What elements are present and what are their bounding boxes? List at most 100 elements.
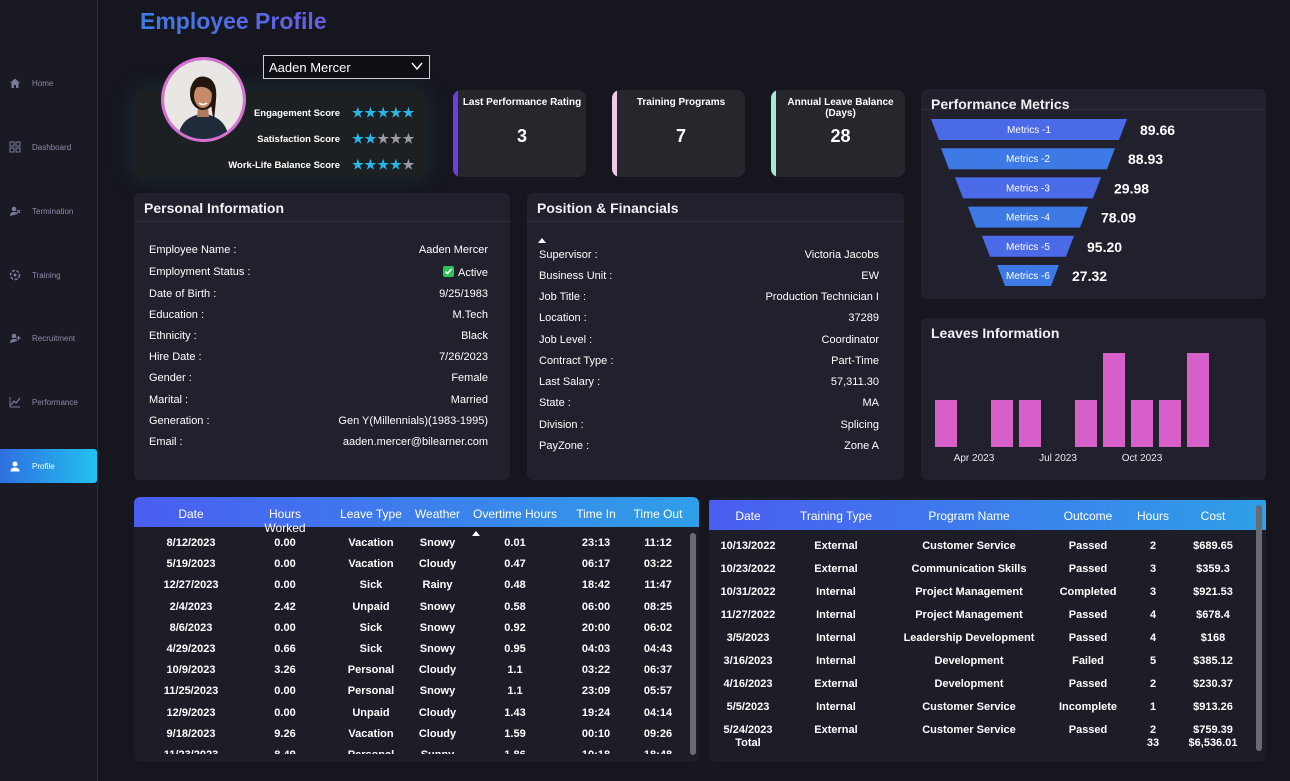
sort-caret-icon[interactable] [538, 230, 546, 248]
bar [1019, 400, 1041, 447]
funnel-value: 27.32 [1072, 268, 1107, 284]
kpi-card: Annual Leave Balance (Days) 28 [771, 90, 905, 177]
table-cell: Snowy [419, 685, 456, 698]
info-value-wrap: Black [461, 330, 488, 342]
sidebar-item-home[interactable]: Home [0, 66, 97, 100]
info-value-wrap: M.Tech [453, 309, 488, 321]
info-value-wrap: Production Technician I [765, 291, 879, 303]
performance-icon [9, 396, 21, 408]
info-row: Division : Splicing [539, 419, 879, 431]
star-icon: ★ [352, 131, 364, 146]
table-cell: 4/29/2023 [166, 643, 216, 655]
table-cell: 05:57 [643, 685, 673, 698]
table-row[interactable]: 4/16/2023 External Development Passed 2 $230.… [709, 678, 1254, 692]
star-icon: ★ [377, 157, 389, 172]
sidebar-item-performance[interactable]: Performance [0, 385, 97, 419]
column-header[interactable]: Leave Type [332, 507, 410, 521]
funnel-label: Metrics -4 [1006, 213, 1050, 224]
info-key: Date of Birth : [149, 288, 217, 300]
table-cell: 5/19/2023 [166, 558, 216, 571]
table-cell: 23:13 [581, 537, 611, 549]
table-cell: External [814, 724, 858, 733]
column-header[interactable]: Time In [565, 507, 627, 521]
table-cell: 3.26 [274, 664, 296, 677]
column-header[interactable]: Weather [410, 507, 465, 521]
table-cell: 4 [1149, 609, 1157, 621]
table-cell: 10/9/2023 [166, 664, 216, 677]
table-cell: Passed [1068, 609, 1108, 621]
info-key: Marital : [149, 394, 189, 406]
table-cell: Personal [347, 685, 395, 698]
table-row[interactable]: 12/27/2023 0.00 Sick Rainy 0.48 18:42 11:47 [134, 579, 689, 593]
funnel-value: 88.93 [1128, 151, 1163, 167]
table-row[interactable]: 5/24/2023 External Customer Service Passed 2… [709, 724, 1254, 733]
sidebar-item-recruitment[interactable]: Recruitment [0, 321, 97, 355]
training-table-body: 10/13/2022 External Customer Service Passed… [709, 497, 1254, 733]
table-cell: 0.00 [274, 558, 296, 571]
table-cell: 1.59 [504, 727, 526, 740]
info-key: Generation : [149, 415, 210, 427]
sidebar-item-training[interactable]: Training [0, 258, 97, 292]
table-row[interactable]: 8/6/2023 0.00 Sick Snowy 0.92 20:00 06:02 [134, 622, 689, 636]
funnel-value: 89.66 [1140, 122, 1175, 138]
employee-select[interactable]: Aaden Mercer [263, 55, 430, 79]
divider [527, 221, 904, 222]
table-cell: $359.3 [1196, 563, 1230, 575]
personal-info-card: Personal Information Employee Name : Aade… [134, 193, 510, 480]
sidebar-item-termination[interactable]: Termination [0, 194, 97, 228]
info-row: State : MA [539, 397, 879, 409]
scrollbar[interactable] [690, 533, 696, 755]
table-cell: Sick [359, 621, 383, 634]
column-header[interactable]: Hours Worked [248, 507, 322, 535]
table-row[interactable]: 10/31/2022 Internal Project Management Comp… [709, 586, 1254, 600]
bar [935, 400, 957, 447]
table-cell: Internal [816, 655, 856, 667]
scrollbar[interactable] [1256, 505, 1262, 751]
info-key: Ethnicity : [149, 330, 197, 342]
info-value: Gen Y(Millennials)(1983-1995) [338, 415, 488, 427]
info-value-wrap: Coordinator [822, 334, 879, 346]
info-row: Location : 37289 [539, 312, 879, 324]
info-value-wrap: Splicing [840, 419, 879, 431]
star-icon: ★ [377, 105, 389, 120]
funnel-value: 29.98 [1114, 180, 1149, 196]
info-value: 57,311.30 [830, 376, 879, 388]
sidebar-item-profile[interactable]: Profile [0, 449, 97, 483]
training-icon [9, 269, 21, 281]
sidebar-item-dashboard[interactable]: Dashboard [0, 130, 97, 164]
table-row[interactable]: 11/27/2022 Internal Project Management Pass… [709, 609, 1254, 623]
table-row[interactable]: 2/4/2023 2.42 Unpaid Snowy 0.58 06:00 08:25 [134, 601, 689, 615]
table-row[interactable]: 5/19/2023 0.00 Vacation Cloudy 0.47 06:17 03:2… [134, 558, 689, 572]
funnel-segment: Metrics -4 78.09 [968, 206, 1136, 228]
bar [1159, 400, 1181, 447]
table-cell: Personal [347, 664, 395, 677]
table-row[interactable]: 10/23/2022 External Communication Skills Pa… [709, 563, 1254, 577]
table-row[interactable]: 3/5/2023 Internal Leadership Development Pa… [709, 632, 1254, 646]
info-value-wrap: Gen Y(Millennials)(1983-1995) [338, 415, 488, 427]
table-row[interactable]: 3/16/2023 Internal Development Failed 5 $385.… [709, 655, 1254, 669]
table-row[interactable]: 4/29/2023 0.66 Sick Snowy 0.95 04:03 04:43 [134, 643, 689, 657]
table-row[interactable]: 11/25/2023 0.00 Personal Snowy 1.1 23:09 05:57 [134, 685, 689, 699]
table-row[interactable]: 10/13/2022 External Customer Service Passed… [709, 540, 1254, 554]
table-cell: 3 [1149, 563, 1157, 575]
sidebar-item-label: Profile [32, 461, 55, 471]
info-key: Location : [539, 312, 587, 324]
table-cell: 4/16/2023 [723, 678, 773, 690]
info-key: Contract Type : [539, 355, 614, 367]
table-cell: $230.37 [1193, 678, 1233, 690]
table-row[interactable]: 5/5/2023 Internal Customer Service Incomple… [709, 701, 1254, 715]
info-value-wrap: 57,311.30 [831, 376, 879, 388]
table-row[interactable]: 12/9/2023 0.00 Unpaid Cloudy 1.43 19:24 04:14 [134, 707, 689, 721]
info-key: Job Title : [539, 291, 587, 303]
table-cell: 0.00 [274, 579, 296, 592]
home-icon [9, 77, 21, 89]
table-row[interactable]: 8/12/2023 0.00 Vacation Snowy 0.01 23:13 11:12 [134, 537, 689, 551]
column-header[interactable]: Time Out [627, 507, 689, 521]
table-cell: Rainy [422, 579, 453, 592]
table-row[interactable]: 10/9/2023 3.26 Personal Cloudy 1.1 03:22 06:37 [134, 664, 689, 678]
table-row[interactable]: 9/18/2023 9.26 Vacation Cloudy 1.59 00:10 09:2… [134, 728, 689, 742]
info-value: Married [450, 394, 488, 406]
column-header[interactable]: Overtime Hours [465, 507, 565, 521]
table-cell: Development [934, 678, 1004, 690]
column-header[interactable]: Date [134, 507, 248, 521]
